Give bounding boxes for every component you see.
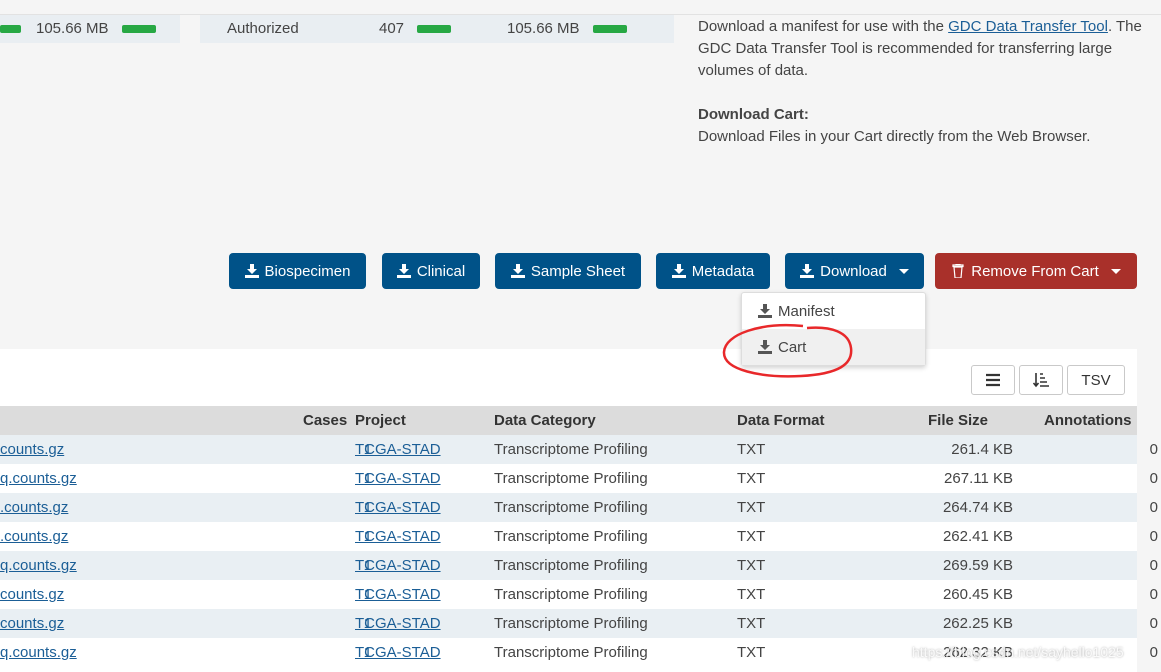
file-name-link[interactable]: q.counts.gz xyxy=(0,557,77,574)
data-format: TXT xyxy=(737,557,766,574)
column-toggle-button[interactable] xyxy=(971,365,1015,395)
project-link[interactable]: TCGA-STAD xyxy=(355,470,441,487)
total-size: 105.66 MB xyxy=(507,20,580,37)
cart-heading: Download Cart: xyxy=(698,106,809,123)
project-link[interactable]: TCGA-STAD xyxy=(355,499,441,516)
file-name-link[interactable]: counts.gz xyxy=(0,615,64,632)
list-icon xyxy=(986,373,1000,387)
data-format: TXT xyxy=(737,528,766,545)
file-size: 261.4 KB xyxy=(951,441,1013,458)
column-header-data-category[interactable]: Data Category xyxy=(494,412,596,429)
file-name-link[interactable]: q.counts.gz xyxy=(0,470,77,487)
data-format: TXT xyxy=(737,615,766,632)
project-link[interactable]: TCGA-STAD xyxy=(355,586,441,603)
data-category: Transcriptome Profiling xyxy=(494,557,648,574)
metadata-button[interactable]: Metadata xyxy=(656,253,770,289)
caret-down-icon xyxy=(1110,268,1121,274)
gdc-transfer-tool-link[interactable]: GDC Data Transfer Tool xyxy=(948,18,1108,35)
project-link[interactable]: TCGA-STAD xyxy=(355,557,441,574)
download-icon xyxy=(758,304,772,318)
size-bar xyxy=(0,25,21,33)
project-link[interactable]: TCGA-STAD xyxy=(355,441,441,458)
file-size: 262.41 KB xyxy=(942,528,1013,545)
manifest-description: Download a manifest for use with the GDC… xyxy=(698,18,1142,79)
tsv-export-button[interactable]: TSV xyxy=(1067,365,1125,395)
annotations-count: 0 xyxy=(1149,644,1158,661)
project-link[interactable]: TCGA-STAD xyxy=(355,615,441,632)
file-name-link[interactable]: counts.gz xyxy=(0,586,64,603)
cart-description: Download Files in your Cart directly fro… xyxy=(698,128,1091,145)
download-icon xyxy=(800,264,815,278)
clinical-button[interactable]: Clinical xyxy=(382,253,480,289)
column-header-data-format[interactable]: Data Format xyxy=(737,412,825,429)
trash-icon xyxy=(952,264,964,278)
download-icon xyxy=(671,264,686,278)
sample-sheet-button[interactable]: Sample Sheet xyxy=(495,253,641,289)
data-category: Transcriptome Profiling xyxy=(494,586,648,603)
annotations-count: 0 xyxy=(1149,528,1158,545)
download-icon xyxy=(244,264,259,278)
caret-down-icon xyxy=(898,268,909,274)
file-size: 260.45 KB xyxy=(942,586,1013,603)
file-size: 264.74 KB xyxy=(942,499,1013,516)
project-link[interactable]: TCGA-STAD xyxy=(355,528,441,545)
data-category: Transcriptome Profiling xyxy=(494,644,648,661)
access-status: Authorized xyxy=(227,20,299,37)
data-category: Transcriptome Profiling xyxy=(494,499,648,516)
file-name-link[interactable]: q.counts.gz xyxy=(0,644,77,661)
annotations-count: 0 xyxy=(1149,557,1158,574)
red-circle-annotation xyxy=(722,324,853,378)
column-header-file-size[interactable]: File Size xyxy=(928,412,988,429)
annotations-count: 0 xyxy=(1149,441,1158,458)
sort-icon xyxy=(1033,373,1049,388)
data-category: Transcriptome Profiling xyxy=(494,470,648,487)
project-link[interactable]: TCGA-STAD xyxy=(355,644,441,661)
file-size: 262.25 KB xyxy=(942,615,1013,632)
download-info: Download a manifest for use with the GDC… xyxy=(698,16,1148,148)
sort-button[interactable] xyxy=(1019,365,1063,395)
remove-from-cart-button[interactable]: Remove From Cart xyxy=(935,253,1137,289)
data-format: TXT xyxy=(737,499,766,516)
data-category: Transcriptome Profiling xyxy=(494,615,648,632)
data-format: TXT xyxy=(737,441,766,458)
summary-size: 105.66 MB xyxy=(36,20,109,37)
download-icon xyxy=(510,264,525,278)
file-size: 267.11 KB xyxy=(944,470,1013,487)
data-format: TXT xyxy=(737,644,766,661)
annotations-count: 0 xyxy=(1149,615,1158,632)
file-count: 407 xyxy=(379,20,405,37)
data-format: TXT xyxy=(737,586,766,603)
annotations-count: 0 xyxy=(1149,586,1158,603)
size-bar xyxy=(593,25,627,33)
data-category: Transcriptome Profiling xyxy=(494,528,648,545)
biospecimen-button[interactable]: Biospecimen xyxy=(229,253,366,289)
size-bar xyxy=(122,25,156,33)
annotations-count: 0 xyxy=(1149,470,1158,487)
file-size: 269.59 KB xyxy=(942,557,1013,574)
download-icon xyxy=(396,264,411,278)
column-header-cases[interactable]: Cases xyxy=(303,412,347,429)
file-name-link[interactable]: .counts.gz xyxy=(0,499,68,516)
file-name-link[interactable]: counts.gz xyxy=(0,441,64,458)
data-format: TXT xyxy=(737,470,766,487)
data-category: Transcriptome Profiling xyxy=(494,441,648,458)
download-button[interactable]: Download xyxy=(785,253,924,289)
column-header-annotations[interactable]: Annotations xyxy=(1044,412,1132,429)
column-header-project[interactable]: Project xyxy=(355,412,406,429)
file-count-bar xyxy=(417,25,451,33)
annotations-count: 0 xyxy=(1149,499,1158,516)
watermark: https://blog.csdn.net/sayhello1025 xyxy=(912,644,1124,660)
file-name-link[interactable]: .counts.gz xyxy=(0,528,68,545)
